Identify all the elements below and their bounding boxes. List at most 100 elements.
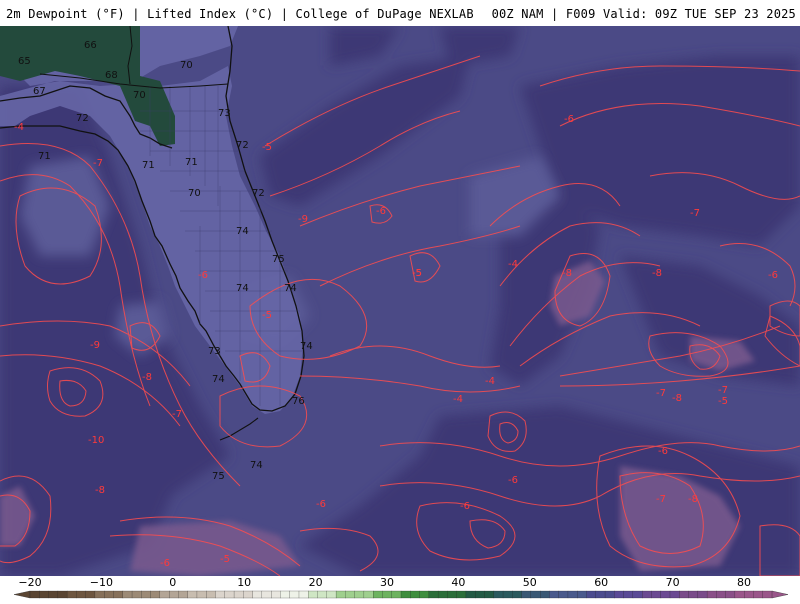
colorbar-segment bbox=[345, 590, 356, 599]
colorbar-segment bbox=[716, 590, 727, 599]
colorbar-segment bbox=[206, 590, 216, 599]
colorbar-tick-labels: −20 −10 0 10 20 30 40 50 60 70 80 bbox=[18, 576, 751, 589]
colorbar-segment bbox=[706, 590, 717, 599]
dewpoint-value-label: 74 bbox=[236, 226, 249, 237]
colorbar-segment bbox=[465, 590, 476, 599]
colorbar-strip bbox=[13, 590, 789, 599]
weather-map-frame: 2m Dewpoint (°F) | Lifted Index (°C) | C… bbox=[0, 0, 800, 600]
colorbar-segment bbox=[354, 590, 365, 599]
dewpoint-value-label: 74 bbox=[284, 283, 297, 294]
colorbar-segment bbox=[196, 590, 207, 599]
colorbar-tick-label: 50 bbox=[523, 576, 537, 589]
colorbar-segment bbox=[493, 590, 504, 599]
dewpoint-value-label: 75 bbox=[272, 254, 285, 265]
colorbar-segment bbox=[317, 590, 328, 599]
colorbar-segment bbox=[530, 590, 541, 599]
lifted-index-value-label: -7 bbox=[718, 385, 728, 396]
lifted-index-value-label: -7 bbox=[656, 388, 666, 399]
colorbar-segment bbox=[400, 590, 411, 599]
colorbar-segment bbox=[326, 590, 337, 599]
colorbar-segment bbox=[289, 590, 300, 599]
colorbar-segment bbox=[335, 590, 346, 599]
colorbar-segment bbox=[549, 590, 560, 599]
colorbar-segment bbox=[688, 590, 699, 599]
colorbar-tick-label: 10 bbox=[237, 576, 251, 589]
dewpoint-value-label: 65 bbox=[18, 56, 31, 67]
colorbar-segment bbox=[577, 590, 587, 599]
dewpoint-value-label: 72 bbox=[76, 113, 89, 124]
colorbar-segment bbox=[252, 590, 263, 599]
colorbar-tick-label: 30 bbox=[380, 576, 394, 589]
colorbar-min-arrow bbox=[13, 590, 31, 599]
colorbar-segment bbox=[447, 590, 458, 599]
lifted-index-value-label: -5 bbox=[262, 310, 272, 321]
colorbar-segment bbox=[39, 590, 49, 599]
colorbar-segment bbox=[642, 590, 652, 599]
dewpoint-value-label: 71 bbox=[185, 157, 198, 168]
dewpoint-value-label: 74 bbox=[300, 341, 313, 352]
colorbar-segment bbox=[410, 590, 420, 599]
lifted-index-value-label: -4 bbox=[485, 376, 495, 387]
map-svg: 66 65 68 67 70 70 72 73 72 71 71 71 70 72 74 75 74 74 73 74… bbox=[0, 26, 800, 576]
colorbar-segment bbox=[169, 590, 179, 599]
dewpoint-value-label: 75 bbox=[212, 471, 225, 482]
dewpoint-value-label: 70 bbox=[180, 60, 193, 71]
lifted-index-value-label: -4 bbox=[508, 259, 518, 270]
dewpoint-value-label: 74 bbox=[212, 374, 225, 385]
colorbar-segment bbox=[113, 590, 124, 599]
lifted-index-value-label: -7 bbox=[656, 494, 666, 505]
colorbar-segment bbox=[243, 590, 254, 599]
lifted-index-value-label: -10 bbox=[88, 435, 104, 446]
lifted-index-value-label: -5 bbox=[220, 554, 230, 565]
colorbar-segment bbox=[373, 590, 383, 599]
colorbar-segment bbox=[475, 590, 485, 599]
colorbar-segment bbox=[651, 590, 662, 599]
colorbar-segment bbox=[391, 590, 402, 599]
dewpoint-value-label: 72 bbox=[236, 140, 249, 151]
colorbar-segment bbox=[456, 590, 467, 599]
colorbar-segment bbox=[57, 590, 68, 599]
colorbar-segment bbox=[669, 590, 680, 599]
colorbar-tick-label: 60 bbox=[594, 576, 608, 589]
colorbar-tick-label: −20 bbox=[18, 576, 41, 589]
dewpoint-value-label: 68 bbox=[105, 70, 118, 81]
colorbar-segment bbox=[512, 590, 523, 599]
colorbar-segment bbox=[48, 590, 59, 599]
dewpoint-value-label: 72 bbox=[252, 188, 265, 199]
colorbar-segment bbox=[623, 590, 634, 599]
colorbar-segment bbox=[586, 590, 597, 599]
colorbar-svg: −20 −10 0 10 20 30 40 50 60 70 80 bbox=[13, 576, 789, 599]
colorbar-segment bbox=[419, 590, 430, 599]
colorbar-segment bbox=[567, 590, 578, 599]
colorbar-segment bbox=[122, 590, 133, 599]
colorbar-segment bbox=[679, 590, 689, 599]
dewpoint-value-label: 73 bbox=[218, 108, 231, 119]
colorbar-segment bbox=[76, 590, 87, 599]
colorbar-segment bbox=[697, 590, 708, 599]
lifted-index-value-label: -6 bbox=[198, 270, 208, 281]
lifted-index-value-label: -7 bbox=[172, 409, 182, 420]
colorbar-tick-label: −10 bbox=[90, 576, 113, 589]
colorbar-segment bbox=[558, 590, 569, 599]
colorbar-segment bbox=[753, 590, 764, 599]
lifted-index-value-label: -5 bbox=[718, 396, 728, 407]
lifted-index-value-label: -4 bbox=[14, 122, 24, 133]
colorbar-tick-label: 0 bbox=[169, 576, 176, 589]
colorbar-segment bbox=[187, 590, 198, 599]
lifted-index-value-label: -9 bbox=[90, 340, 100, 351]
lifted-index-value-label: -8 bbox=[142, 372, 152, 383]
colorbar-segment bbox=[271, 590, 281, 599]
dewpoint-value-label: 70 bbox=[133, 90, 146, 101]
lifted-index-value-label: -8 bbox=[672, 393, 682, 404]
title-bar: 2m Dewpoint (°F) | Lifted Index (°C) | C… bbox=[0, 0, 800, 26]
map-title-right: 00Z NAM | F009 Valid: 09Z TUE SEP 23 202… bbox=[491, 7, 796, 21]
colorbar-segment bbox=[540, 590, 550, 599]
dewpoint-value-label: 71 bbox=[142, 160, 155, 171]
colorbar-segment bbox=[734, 590, 745, 599]
colorbar-segment bbox=[298, 590, 309, 599]
colorbar-segment bbox=[437, 590, 448, 599]
colorbar-segment bbox=[94, 590, 105, 599]
map-panel: 66 65 68 67 70 70 72 73 72 71 71 71 70 72 74 75 74 74 73 74… bbox=[0, 26, 800, 576]
colorbar-segment bbox=[224, 590, 235, 599]
dewpoint-value-label: 76 bbox=[292, 396, 305, 407]
